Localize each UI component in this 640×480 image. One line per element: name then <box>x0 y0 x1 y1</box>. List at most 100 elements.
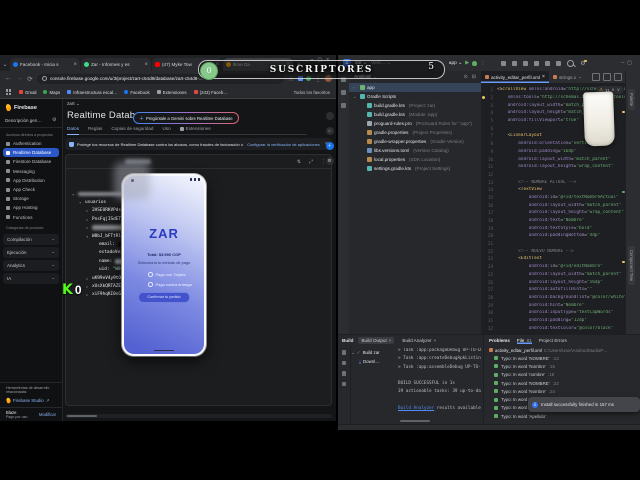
sidebar-nav-item[interactable]: Authentication <box>3 139 59 148</box>
tab-close-icon[interactable]: × <box>434 338 437 343</box>
design-view-icon[interactable] <box>614 73 622 81</box>
bookmark-item[interactable]: Maps <box>43 90 60 95</box>
project-tree-item[interactable]: build.gradle.kts (Module :app) <box>349 110 481 119</box>
avatar-icon[interactable] <box>325 112 334 120</box>
problem-row[interactable]: Typo: In word 'Apellido' <box>494 412 640 420</box>
file-tab[interactable]: File 61 <box>517 338 532 344</box>
commit-tool-icon[interactable] <box>341 90 346 95</box>
project-selector[interactable]: zart ⌄ <box>67 101 80 107</box>
bookmark-item[interactable]: Extensiones <box>156 90 187 95</box>
sidebar-nav-item[interactable]: Functions <box>3 213 59 222</box>
sync-gradle-icon[interactable] <box>501 60 507 66</box>
project-errors-tab[interactable]: Project Errors <box>539 338 567 343</box>
build-console[interactable]: > Task :app:packageDebug UP-TO-DATE > Tas… <box>398 348 481 417</box>
bookmark-item[interactable]: Gmail <box>19 90 36 95</box>
sidebar-nav-item[interactable]: App Check <box>3 185 59 194</box>
database-tab[interactable]: Reglas <box>88 126 102 131</box>
apps-grid-icon[interactable] <box>6 89 12 95</box>
build-tree-child[interactable]: ⤓ Downl… <box>351 357 396 366</box>
sidebar-nav-item[interactable]: Storage <box>3 194 59 203</box>
palette-vertical-tab[interactable]: Palette <box>628 89 635 111</box>
site-info-icon[interactable] <box>42 76 47 81</box>
rerun-icon[interactable] <box>341 350 347 355</box>
plan-modify-link[interactable]: Modificar <box>39 412 56 417</box>
problem-row[interactable]: Typo: In word 'NOMBRE' :13 <box>494 354 640 362</box>
studio-window-controls[interactable]: –▢ <box>621 60 635 66</box>
sidebar-category-group[interactable]: Analytics ⌄ <box>3 259 59 271</box>
problem-row[interactable]: Typo: In word 'NOMBRE' :22 <box>494 379 640 387</box>
problem-row[interactable]: Typo: In word 'nombre' :18 <box>494 371 640 379</box>
build-analyzer-link[interactable]: Build Analyzer <box>398 406 434 411</box>
project-tree-item[interactable]: gradle.properties (Project Properties) <box>349 128 481 137</box>
sidebar-nav-item[interactable]: Messaging <box>3 167 59 176</box>
scroll-warning-mark[interactable] <box>622 261 625 263</box>
browser-tab[interactable]: Facebook - Inicia s × <box>10 58 80 71</box>
search-icon[interactable] <box>567 59 575 67</box>
add-icon[interactable]: ＋ <box>325 142 334 150</box>
bookmark-item[interactable]: Infraestructura escal… <box>67 90 117 95</box>
tab-close-icon[interactable]: × <box>144 62 148 68</box>
gemini-button[interactable]: ＋ Pregúntale a Gemini sobre Realtime Dat… <box>133 112 239 124</box>
sidebar-category-group[interactable]: Compilación ⌄ <box>3 233 59 245</box>
horizontal-scrollbar[interactable] <box>65 414 332 418</box>
collapse-all-icon[interactable]: ⊟ <box>472 74 476 80</box>
structure-tool-icon[interactable] <box>341 103 346 108</box>
back-icon[interactable]: ← <box>4 75 12 82</box>
build-tree-root[interactable]: ⌄ ✓ Build zar <box>351 348 396 357</box>
radio-icon[interactable] <box>148 282 153 287</box>
project-tree-item[interactable]: › app <box>349 83 481 92</box>
project-tree-item[interactable]: local.properties (SDK Location) <box>349 155 481 164</box>
settings-gear-icon[interactable]: ⚙ <box>580 59 588 67</box>
database-tab[interactable]: Copias de seguridad <box>111 126 153 131</box>
component-tree-vertical-tab[interactable]: Component Tree <box>628 246 635 286</box>
tab-search-chevron-icon[interactable]: ⌄ <box>0 59 10 71</box>
firebase-studio-link[interactable]: Firebase Studio ↗ <box>5 397 56 404</box>
all-bookmarks-label[interactable]: Todos los favoritos <box>294 90 330 95</box>
problems-file-row[interactable]: activity_editar_perfil.xml C:\Users\User… <box>484 346 640 354</box>
project-tree-item[interactable]: gradle-wrapper.properties (Gradle Versio… <box>349 137 481 146</box>
forward-icon[interactable]: → <box>15 75 23 82</box>
editor-tab-active[interactable]: activity_editar_perfil.xml × <box>481 71 549 83</box>
sidebar-category-group[interactable]: Ejecución ⌄ <box>3 246 59 258</box>
settings-gear-icon[interactable]: ⚙ <box>325 157 334 165</box>
sidebar-nav-item[interactable]: App Hosting <box>3 203 59 212</box>
tab-close-icon[interactable]: × <box>542 74 545 80</box>
more-actions-icon[interactable]: ⋮ <box>480 61 485 66</box>
scroll-warning-mark[interactable] <box>622 111 625 113</box>
filter-icon[interactable] <box>341 371 347 376</box>
locate-file-icon[interactable]: ⊙ <box>464 74 468 80</box>
inspection-widget[interactable]: ⚠ 11 ∧ ∨ <box>596 86 623 94</box>
editor-tab[interactable]: strings.x ⌄ <box>549 71 586 83</box>
stop-icon[interactable] <box>341 360 347 365</box>
database-tab[interactable]: Uso <box>162 126 170 131</box>
code-area[interactable]: 1 <ScrollView xmlns:android="http://sche… <box>481 84 626 332</box>
build-hammer-icon[interactable] <box>512 60 518 66</box>
sidebar-item-overview[interactable]: Descripción gen… ⚙ <box>0 115 62 126</box>
tab-close-icon[interactable]: × <box>389 338 392 343</box>
ai-assistant-icon[interactable] <box>545 60 551 66</box>
build-output-tab[interactable]: Build Output × <box>358 337 395 344</box>
scroll-ok-mark[interactable] <box>622 191 625 193</box>
problem-row[interactable]: Typo: In word 'Nombre' :15 <box>494 362 640 370</box>
radio-icon[interactable] <box>148 272 153 277</box>
banner-link[interactable]: Configurar la verificación de aplicacion… <box>247 142 320 147</box>
confirm-order-button[interactable]: Confirmar tu pedido <box>138 292 190 303</box>
project-tree-item[interactable]: ⌄ Gradle Scripts <box>349 92 481 101</box>
database-tab[interactable]: Extensiones <box>180 126 211 131</box>
expand-rows-icon[interactable]: ⇅ <box>297 159 301 165</box>
sidebar-category-group[interactable]: IA ⌄ <box>3 272 59 284</box>
gear-icon[interactable]: ⚙ <box>52 118 57 123</box>
sidebar-nav-item[interactable]: Realtime Database <box>3 148 59 158</box>
bookmark-item[interactable]: (243) Faceb… <box>193 90 228 95</box>
home-icon[interactable]: ⌂ <box>325 127 334 135</box>
payment-option-card[interactable]: Pago con Tarjeta <box>148 272 185 277</box>
run-button-icon[interactable]: ▶ <box>465 60 469 66</box>
tab-close-icon[interactable]: × <box>73 62 77 68</box>
device-manager-icon[interactable] <box>523 60 529 66</box>
profiler-icon[interactable] <box>534 60 540 66</box>
install-toast[interactable]: i Install successfully finished in 157 m… <box>528 397 640 412</box>
sidebar-nav-item[interactable]: Firestore Database <box>3 157 59 166</box>
run-config-selector[interactable]: app ⌄ <box>449 61 462 66</box>
browser-tab[interactable]: Zar - Informes y es × <box>81 58 151 71</box>
settings-icon[interactable] <box>341 381 347 386</box>
